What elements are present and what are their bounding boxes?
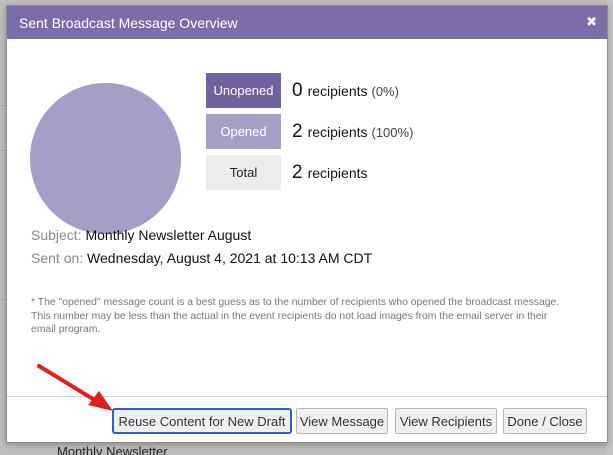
view-message-button[interactable]: View Message — [296, 408, 388, 434]
footer-divider — [7, 396, 607, 397]
unopened-value: 0 recipients (0%) — [292, 80, 399, 102]
unopened-label: Unopened — [206, 73, 281, 108]
unopened-unit: recipients — [307, 82, 368, 99]
broadcast-overview-modal: Sent Broadcast Message Overview ✖ Unopen… — [6, 5, 608, 443]
background-peek-text: Monthly Newsletter — [57, 444, 168, 455]
unopened-percent: (0%) — [371, 83, 399, 99]
view-recipients-button[interactable]: View Recipients — [395, 408, 497, 434]
close-icon[interactable]: ✖ — [586, 16, 597, 29]
sent-on-value: Wednesday, August 4, 2021 at 10:13 AM CD… — [87, 250, 373, 266]
opened-count: 2 — [292, 120, 303, 142]
stat-row-opened: Opened 2 recipients (100%) — [206, 114, 413, 149]
open-rate-pie-chart — [30, 83, 181, 234]
unopened-count: 0 — [292, 79, 303, 101]
opened-count-footnote: * The "opened" message count is a best g… — [31, 297, 560, 335]
modal-title: Sent Broadcast Message Overview — [19, 14, 238, 31]
opened-label: Opened — [206, 114, 281, 149]
subject-label: Subject: — [31, 227, 82, 243]
subject-line: Subject: Monthly Newsletter August — [31, 227, 251, 243]
pie-slice-opened — [30, 83, 181, 234]
reuse-content-button[interactable]: Reuse Content for New Draft — [112, 408, 292, 434]
total-unit: recipients — [307, 164, 368, 181]
pie-chart-svg — [30, 83, 181, 234]
opened-unit: recipients — [307, 123, 368, 140]
total-label: Total — [206, 155, 281, 190]
opened-percent: (100%) — [371, 124, 414, 140]
done-close-button[interactable]: Done / Close — [503, 408, 587, 434]
sent-on-line: Sent on: Wednesday, August 4, 2021 at 10… — [31, 250, 372, 266]
total-count: 2 — [292, 161, 303, 183]
total-value: 2 recipients — [292, 162, 368, 184]
stat-row-unopened: Unopened 0 recipients (0%) — [206, 73, 399, 108]
subject-value: Monthly Newsletter August — [85, 227, 252, 243]
sent-on-label: Sent on: — [31, 250, 84, 266]
modal-titlebar: Sent Broadcast Message Overview ✖ — [7, 6, 607, 39]
stat-row-total: Total 2 recipients — [206, 155, 368, 190]
opened-value: 2 recipients (100%) — [292, 121, 413, 143]
